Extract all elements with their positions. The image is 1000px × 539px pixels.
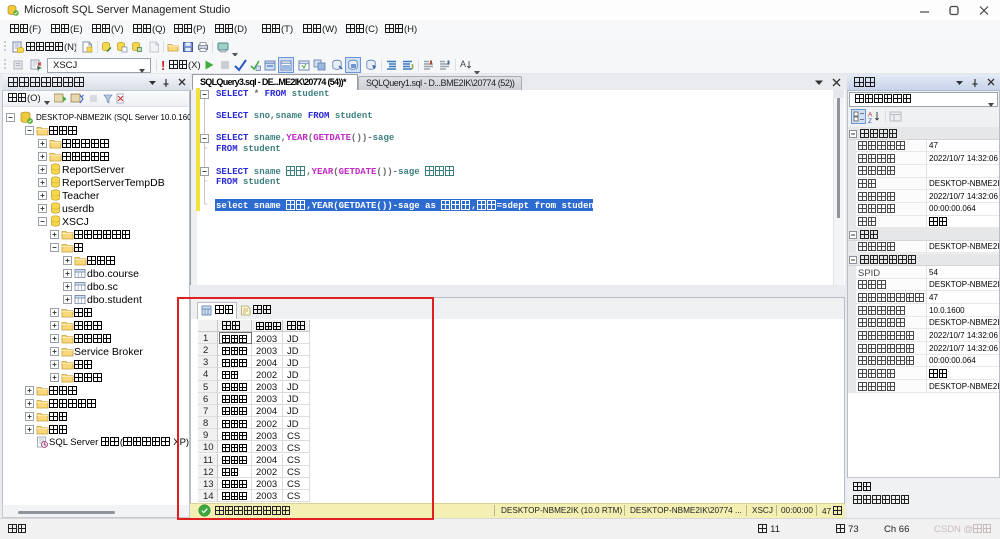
svg-text:A: A <box>460 59 466 69</box>
svg-text:Z: Z <box>868 118 872 123</box>
